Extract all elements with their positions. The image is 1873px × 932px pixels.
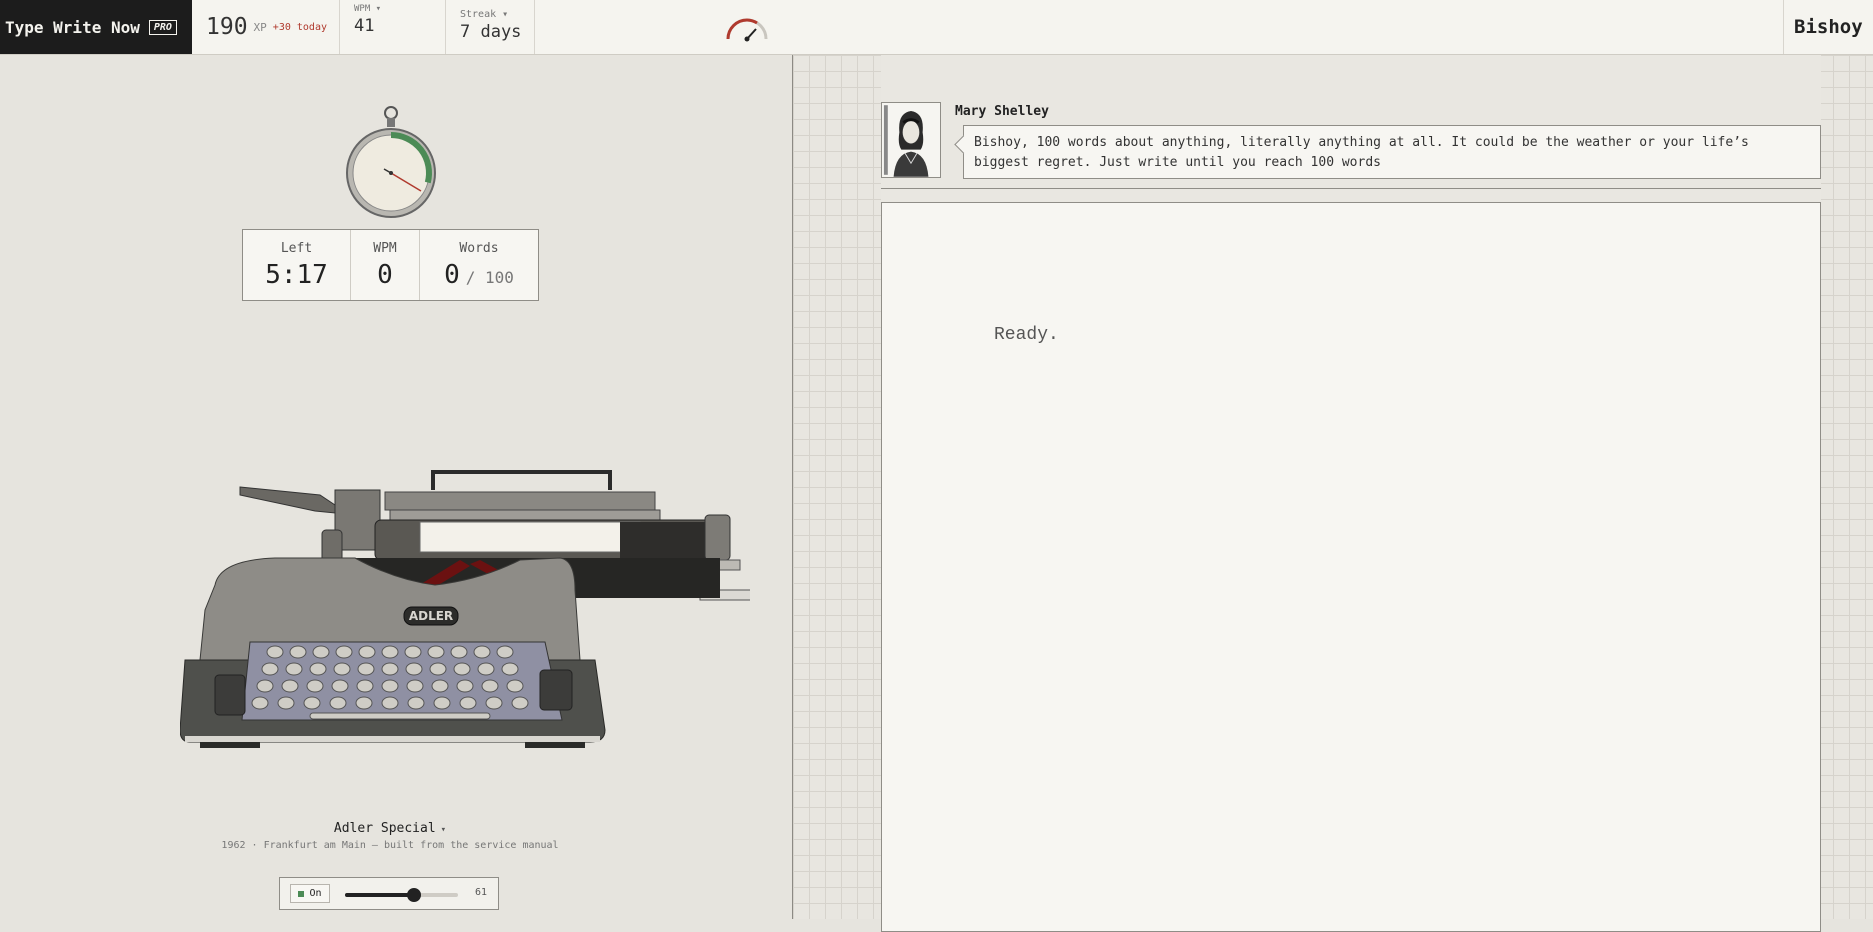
session-wpm-label: WPM — [373, 241, 397, 256]
sound-controls: On 61 — [279, 877, 499, 910]
session-stats: Left 5:17 WPM 0 Words 0 / 100 — [242, 229, 539, 301]
typewriter-key — [473, 645, 491, 659]
writing-area[interactable]: Ready. — [881, 202, 1821, 932]
typewriter-key — [356, 679, 374, 693]
divider — [881, 188, 1821, 189]
brand-name: Type Write Now — [5, 17, 140, 37]
time-left-label: Left — [280, 241, 313, 256]
wpm-label: WPM ▾ — [354, 4, 382, 14]
typewriter-key — [381, 645, 399, 659]
machine-selector[interactable]: Adler Special ▾ — [0, 821, 780, 836]
speedometer-icon — [726, 18, 768, 42]
volume-value: 61 — [475, 887, 488, 898]
top-bar: Type Write Now PRO 190 XP +30 today WPM … — [0, 0, 1873, 55]
typewriter-key — [485, 696, 503, 710]
typewriter-key — [407, 696, 425, 710]
typewriter-key — [453, 662, 471, 676]
typewriter-key — [277, 696, 295, 710]
session-wpm-stat: WPM 0 — [350, 230, 419, 300]
brand[interactable]: Type Write Now PRO — [0, 0, 192, 54]
typewriter-key — [433, 696, 451, 710]
typewriter-key — [429, 662, 447, 676]
author-name: Mary Shelley — [955, 104, 1049, 119]
session-wpm-value: 0 — [377, 260, 393, 290]
words-stat: Words 0 / 100 — [419, 230, 538, 300]
streak-label: Streak ▾ — [460, 9, 509, 20]
xp-value: 190 — [206, 14, 248, 40]
volume-slider[interactable] — [345, 888, 458, 902]
typewriter-key — [261, 662, 279, 676]
author-portrait — [881, 102, 941, 178]
typewriter-panel: Left 5:17 WPM 0 Words 0 / 100 ADLER Adler… — [0, 55, 793, 919]
typewriter-key — [456, 679, 474, 693]
typewriter-key — [309, 662, 327, 676]
machine-name: Adler Special — [333, 821, 436, 836]
sound-on-indicator-icon — [298, 890, 305, 897]
typewriter-key — [281, 679, 299, 693]
prompt-bubble: Bishoy, 100 words about anything, litera… — [963, 125, 1821, 179]
typewriter-key — [312, 645, 330, 659]
typewriter-key — [266, 645, 284, 659]
time-left-stat: Left 5:17 — [243, 230, 350, 300]
typewriter-key — [481, 679, 499, 693]
typewriter-key — [333, 662, 351, 676]
typewriter-key — [256, 679, 274, 693]
sound-toggle[interactable]: On — [290, 884, 330, 903]
pro-badge: PRO — [148, 19, 177, 35]
typewriter-key — [303, 696, 321, 710]
typewriter-key — [506, 679, 524, 693]
typewriter-key — [331, 679, 349, 693]
words-label: Words — [459, 241, 499, 256]
typewriter-key — [406, 679, 424, 693]
stopwatch-icon — [346, 106, 436, 218]
typewriter-key — [450, 645, 468, 659]
typewriter-key — [381, 679, 399, 693]
typewriter-key — [381, 696, 399, 710]
typewriter-key — [358, 645, 376, 659]
space-bar — [309, 712, 491, 720]
streak-selector[interactable]: Streak ▾ 7 days — [446, 0, 535, 54]
typewriter-key — [355, 696, 373, 710]
typewriter-key — [329, 696, 347, 710]
chevron-down-icon: ▾ — [440, 825, 447, 835]
typewriter-key — [289, 645, 307, 659]
wpm-value: 41 — [354, 16, 375, 36]
typewriter-key — [251, 696, 269, 710]
words-value: 0 — [444, 260, 460, 290]
typewriter-key — [511, 696, 529, 710]
typewriter-key — [501, 662, 519, 676]
streak-value: 7 days — [460, 22, 522, 42]
words-count: 0 / 100 — [444, 260, 514, 290]
writing-panel: Mary Shelley Bishoy, 100 words about any… — [793, 55, 1873, 932]
typewriter-key — [357, 662, 375, 676]
typewriter-key — [404, 645, 422, 659]
editor-status: Ready. — [994, 325, 1059, 345]
xp-counter: 190 XP +30 today — [192, 0, 340, 54]
typewriter-key — [459, 696, 477, 710]
typewriter-key — [285, 662, 303, 676]
typewriter-key — [335, 645, 353, 659]
typewriter-key — [496, 645, 514, 659]
typewriter-key — [431, 679, 449, 693]
typewriter-key — [306, 679, 324, 693]
volume-slider-fill — [345, 893, 414, 897]
brand-plate: ADLER — [409, 609, 453, 623]
time-left-value: 5:17 — [265, 260, 328, 290]
machine-subtitle: 1962 · Frankfurt am Main — built from th… — [221, 840, 559, 851]
sound-toggle-label: On — [309, 888, 322, 899]
user-name[interactable]: Bishoy — [1783, 0, 1873, 54]
typewriter-key — [381, 662, 399, 676]
wpm-selector[interactable]: WPM ▾ 41 — [340, 0, 768, 54]
typewriter-key — [427, 645, 445, 659]
xp-unit: XP — [253, 20, 267, 34]
typewriter-key — [405, 662, 423, 676]
typewriter-key — [477, 662, 495, 676]
words-goal: / 100 — [465, 268, 514, 287]
xp-today: +30 today — [272, 21, 327, 33]
volume-slider-thumb[interactable] — [406, 888, 421, 902]
typewriter-illustration[interactable]: ADLER — [180, 430, 750, 790]
